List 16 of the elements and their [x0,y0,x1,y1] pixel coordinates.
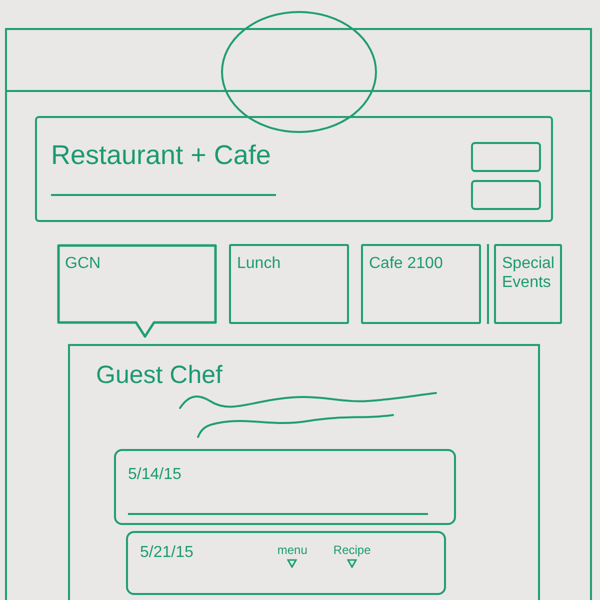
header-button[interactable] [471,142,541,172]
date-label: 5/21/15 [140,543,194,563]
card-link[interactable]: Recipe [331,543,373,568]
menu-tab[interactable]: Cafe 2100 [361,244,481,324]
card-link[interactable]: menu [275,543,310,568]
date-card[interactable]: 5/21/15 menu Recipe [126,531,446,595]
selected-tab[interactable]: GCN [57,244,217,338]
date-card[interactable]: 5/14/15 [114,449,456,525]
caret-icon [287,559,298,568]
date-label: 5/14/15 [128,465,182,485]
app-title: Restaurant + Cafe [51,139,271,172]
panel-title: Guest Chef [96,360,222,390]
menu-tab[interactable]: Lunch [229,244,349,324]
menu-tab[interactable]: Special Events [494,244,562,324]
header-button[interactable] [471,180,541,210]
caret-icon [347,559,358,568]
